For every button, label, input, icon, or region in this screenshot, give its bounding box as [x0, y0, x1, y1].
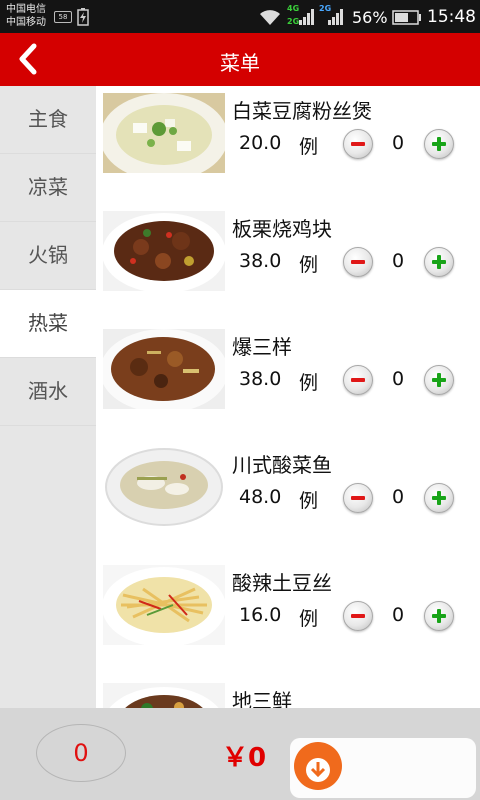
dish-photo: [103, 211, 225, 291]
clock: 15:48: [427, 7, 476, 27]
signal-icon-1: [299, 9, 314, 25]
dish-item: 白菜豆腐粉丝煲 20.0 例 0: [96, 86, 480, 203]
dish-item: 爆三样 38.0 例 0: [96, 322, 480, 439]
dish-item: 地三鲜: [96, 676, 480, 708]
charging-icon: [77, 8, 89, 26]
dish-name: 酸辣土豆丝: [232, 571, 332, 595]
dish-list[interactable]: 白菜豆腐粉丝煲 20.0 例 0 板栗烧鸡块 38.0 例 0 爆三样 38.0…: [96, 86, 480, 708]
minus-icon: [351, 260, 365, 264]
carrier-1: 中国电信: [6, 4, 46, 15]
decrease-button[interactable]: [343, 601, 373, 631]
dish-item: 川式酸菜鱼 48.0 例 0: [96, 440, 480, 557]
minus-icon: [351, 614, 365, 618]
category-item-staple[interactable]: 主食: [0, 86, 96, 154]
dish-unit: 例: [299, 136, 319, 158]
dish-price: 20.0: [239, 132, 282, 154]
increase-button[interactable]: [424, 483, 454, 513]
increase-button[interactable]: [424, 601, 454, 631]
dish-photo: [103, 329, 225, 409]
dish-photo: [103, 93, 225, 173]
status-bar: 中国电信 中国移动 58 4G 2G 2G 56% 15:48: [0, 0, 480, 33]
watermark-logo: [290, 738, 476, 798]
decrease-button[interactable]: [343, 483, 373, 513]
dish-quantity: 0: [392, 486, 405, 508]
signal-icon-2: [328, 9, 343, 25]
category-sidebar: 主食 凉菜 火锅 热菜 酒水: [0, 86, 96, 708]
dish-photo: [103, 447, 225, 527]
dish-quantity: 0: [392, 132, 405, 154]
dish-quantity: 0: [392, 250, 405, 272]
category-item-cold-dishes[interactable]: 凉菜: [0, 154, 96, 222]
minus-icon: [351, 378, 365, 382]
minus-icon: [351, 142, 365, 146]
increase-button[interactable]: [424, 129, 454, 159]
cart-total: ￥0: [222, 743, 267, 773]
decrease-button[interactable]: [343, 247, 373, 277]
notification-badge: 58: [54, 11, 72, 23]
category-item-hotpot[interactable]: 火锅: [0, 222, 96, 290]
dish-photo: [103, 565, 225, 645]
category-item-drinks[interactable]: 酒水: [0, 358, 96, 426]
dish-item: 板栗烧鸡块 38.0 例 0: [96, 204, 480, 321]
dish-unit: 例: [299, 608, 319, 630]
dish-photo: [103, 683, 225, 708]
decrease-button[interactable]: [343, 365, 373, 395]
dish-price: 16.0: [239, 604, 282, 626]
increase-button[interactable]: [424, 365, 454, 395]
battery-percent: 56%: [352, 8, 388, 27]
dish-unit: 例: [299, 372, 319, 394]
wifi-icon: [260, 10, 280, 25]
battery-icon: [392, 10, 421, 25]
title-bar: 菜单: [0, 33, 480, 86]
cart-count[interactable]: 0: [36, 724, 126, 782]
carrier-2: 中国移动: [6, 17, 46, 28]
dish-price: 38.0: [239, 368, 282, 390]
dish-quantity: 0: [392, 368, 405, 390]
dish-name: 白菜豆腐粉丝煲: [232, 99, 372, 123]
dish-price: 48.0: [239, 486, 282, 508]
dish-name: 川式酸菜鱼: [232, 453, 332, 477]
dish-price: 38.0: [239, 250, 282, 272]
dish-item: 酸辣土豆丝 16.0 例 0: [96, 558, 480, 675]
decrease-button[interactable]: [343, 129, 373, 159]
increase-button[interactable]: [424, 247, 454, 277]
dish-unit: 例: [299, 254, 319, 276]
dish-name: 板栗烧鸡块: [232, 217, 332, 241]
dish-name: 地三鲜: [232, 689, 292, 708]
minus-icon: [351, 496, 365, 500]
page-title: 菜单: [220, 51, 260, 75]
dish-unit: 例: [299, 490, 319, 512]
category-item-hot-dishes[interactable]: 热菜: [0, 290, 96, 358]
dish-quantity: 0: [392, 604, 405, 626]
dish-name: 爆三样: [232, 335, 292, 359]
